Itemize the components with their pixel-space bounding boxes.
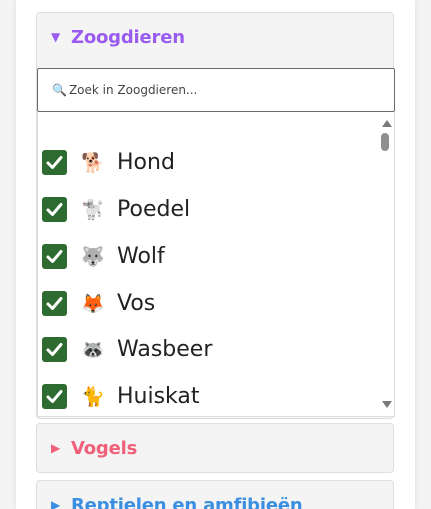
raccoon-icon: 🦝	[81, 338, 105, 361]
wolf-icon: 🐺	[81, 245, 105, 268]
checkbox-checked[interactable]	[42, 290, 67, 316]
section-zoogdieren-title: Zoogdieren	[71, 26, 185, 48]
checkmark-icon	[46, 249, 63, 263]
chevron-down-icon: ▼	[51, 30, 61, 44]
poodle-icon: 🐩	[81, 198, 105, 221]
fox-icon: 🦊	[81, 292, 105, 315]
scroll-up-icon[interactable]	[382, 120, 392, 127]
item-label: Wasbeer	[117, 336, 213, 362]
search-box: 🔍	[37, 68, 395, 112]
item-list: 🐕 Hond 🐩 Poedel 🐺 Wolf 🦊 Vos 🦝 Wasbeer 🐈…	[37, 112, 395, 417]
checkbox-checked[interactable]	[42, 336, 67, 362]
item-label: Huiskat	[117, 383, 200, 409]
dog-icon: 🐕	[81, 151, 105, 174]
scroll-down-icon[interactable]	[382, 401, 392, 408]
list-item[interactable]: 🦊 Vos	[42, 283, 155, 323]
list-item[interactable]: 🐩 Poedel	[42, 189, 190, 229]
section-vogels: ▶ Vogels	[36, 423, 394, 473]
checkmark-icon	[46, 342, 63, 356]
checkbox-checked[interactable]	[42, 383, 67, 409]
chevron-right-icon: ▶	[51, 441, 61, 455]
section-zoogdieren: ▼ Zoogdieren 🔍 🐕 Hond 🐩 Poedel	[36, 12, 395, 419]
checkmark-icon	[46, 155, 63, 169]
item-label: Vos	[117, 290, 156, 316]
search-input[interactable]	[68, 83, 369, 97]
item-label: Poedel	[117, 196, 191, 222]
list-item[interactable]: 🐕 Hond	[42, 142, 175, 182]
checkbox-checked[interactable]	[42, 149, 67, 175]
checkmark-icon	[46, 202, 63, 216]
chevron-right-icon: ▶	[51, 498, 61, 509]
scrollbar[interactable]	[378, 112, 394, 416]
section-reptielen-header[interactable]: ▶ Reptielen en amfibieën	[51, 481, 383, 509]
section-reptielen: ▶ Reptielen en amfibieën	[36, 480, 394, 509]
section-vogels-header[interactable]: ▶ Vogels	[51, 424, 383, 472]
item-label: Wolf	[117, 243, 165, 269]
checkmark-icon	[46, 296, 63, 310]
list-item[interactable]: 🐺 Wolf	[42, 236, 165, 276]
checkbox-checked[interactable]	[42, 196, 67, 222]
filter-panel: ▼ Zoogdieren 🔍 🐕 Hond 🐩 Poedel	[16, 0, 415, 509]
cat-icon: 🐈	[81, 385, 105, 408]
checkbox-checked[interactable]	[42, 243, 67, 269]
section-zoogdieren-header[interactable]: ▼ Zoogdieren	[51, 13, 383, 61]
item-label: Hond	[117, 149, 175, 175]
scroll-thumb[interactable]	[381, 133, 389, 151]
checkmark-icon	[46, 389, 63, 403]
section-vogels-title: Vogels	[71, 437, 138, 459]
search-icon: 🔍	[52, 83, 67, 97]
section-reptielen-title: Reptielen en amfibieën	[71, 494, 303, 509]
list-item[interactable]: 🐈 Huiskat	[42, 376, 200, 416]
list-item[interactable]: 🦝 Wasbeer	[42, 329, 212, 369]
